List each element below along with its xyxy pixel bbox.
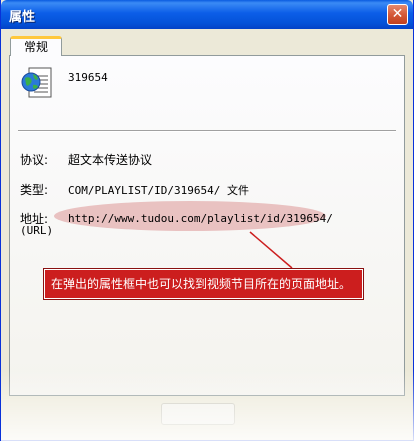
address-sublabel: (URL) [20, 224, 54, 237]
type-label: 类型: [20, 183, 49, 197]
ok-button[interactable] [161, 403, 235, 425]
tab-general[interactable]: 常规 [10, 36, 62, 56]
protocol-value: 超文本传送协议 [68, 153, 153, 167]
annotation-text: 在弹出的属性框中也可以找到视频节目所在的页面地址。 [51, 277, 352, 291]
separator [18, 130, 396, 132]
html-document-globe-icon [21, 67, 52, 98]
file-name: 319654 [68, 71, 108, 84]
title-bar[interactable]: 属性 ✕ [1, 0, 413, 29]
address-value[interactable]: http://www.tudou.com/playlist/id/319654/ [68, 212, 333, 225]
annotation-callout: 在弹出的属性框中也可以找到视频节目所在的页面地址。 [44, 269, 363, 299]
protocol-label: 协议: [20, 153, 49, 167]
tab-label: 常规 [23, 40, 48, 54]
properties-dialog: 属性 ✕ 常规 319654 协议: 超文本传送协议 类型: COM/PLAYL… [0, 0, 414, 441]
close-icon: ✕ [391, 6, 404, 22]
general-panel: 319654 协议: 超文本传送协议 类型: COM/PLAYLIST/ID/3… [9, 55, 405, 396]
type-value: COM/PLAYLIST/ID/319654/ 文件 [68, 184, 249, 197]
window-title: 属性 [9, 10, 36, 25]
close-button[interactable]: ✕ [387, 4, 408, 25]
